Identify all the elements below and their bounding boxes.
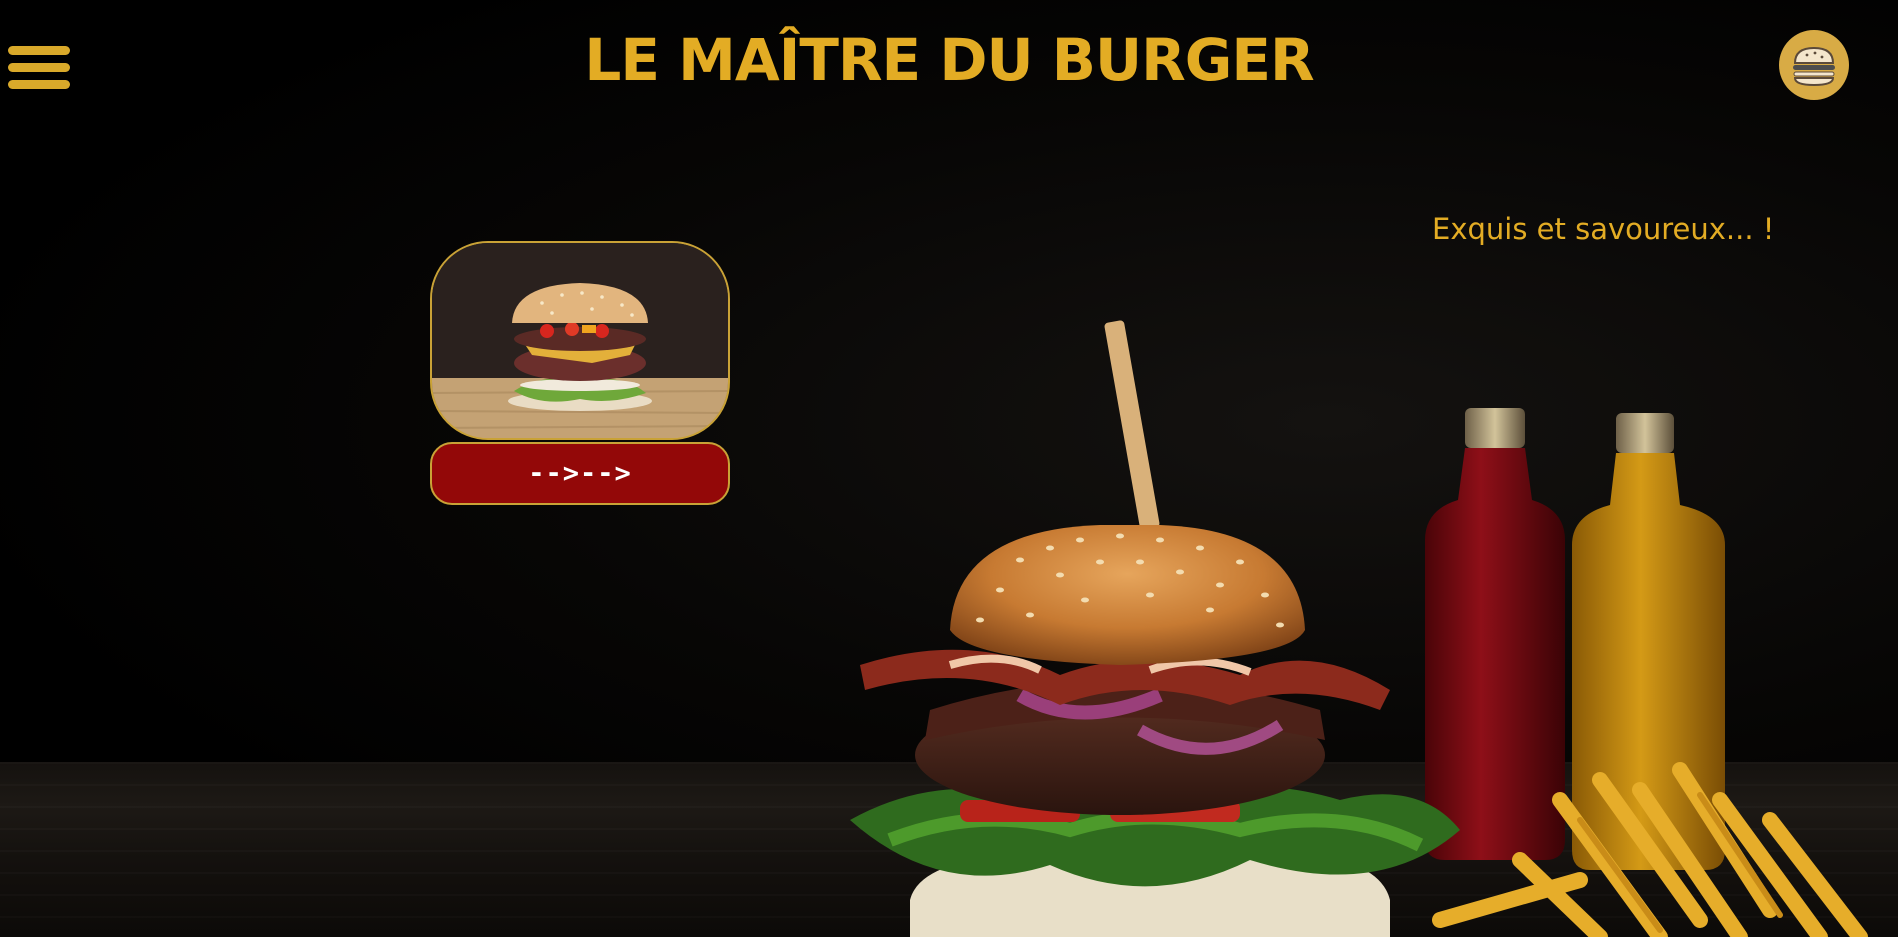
next-button[interactable]: -->-->	[430, 442, 730, 505]
burger-photo-svg	[432, 243, 728, 438]
burger-logo-svg	[1793, 46, 1835, 87]
tagline: Exquis et savoureux... !	[1432, 212, 1775, 246]
site-title: LE MAÎTRE DU BURGER	[584, 26, 1314, 94]
ketchup-bottle	[1425, 408, 1565, 860]
hero-burger-image	[850, 320, 1868, 937]
page: LE MAÎTRE DU BURGER Exquis et savoureux.…	[0, 0, 1898, 937]
burger	[850, 320, 1460, 937]
burger-photo[interactable]	[430, 241, 730, 440]
burger-logo-icon[interactable]	[1779, 30, 1849, 100]
